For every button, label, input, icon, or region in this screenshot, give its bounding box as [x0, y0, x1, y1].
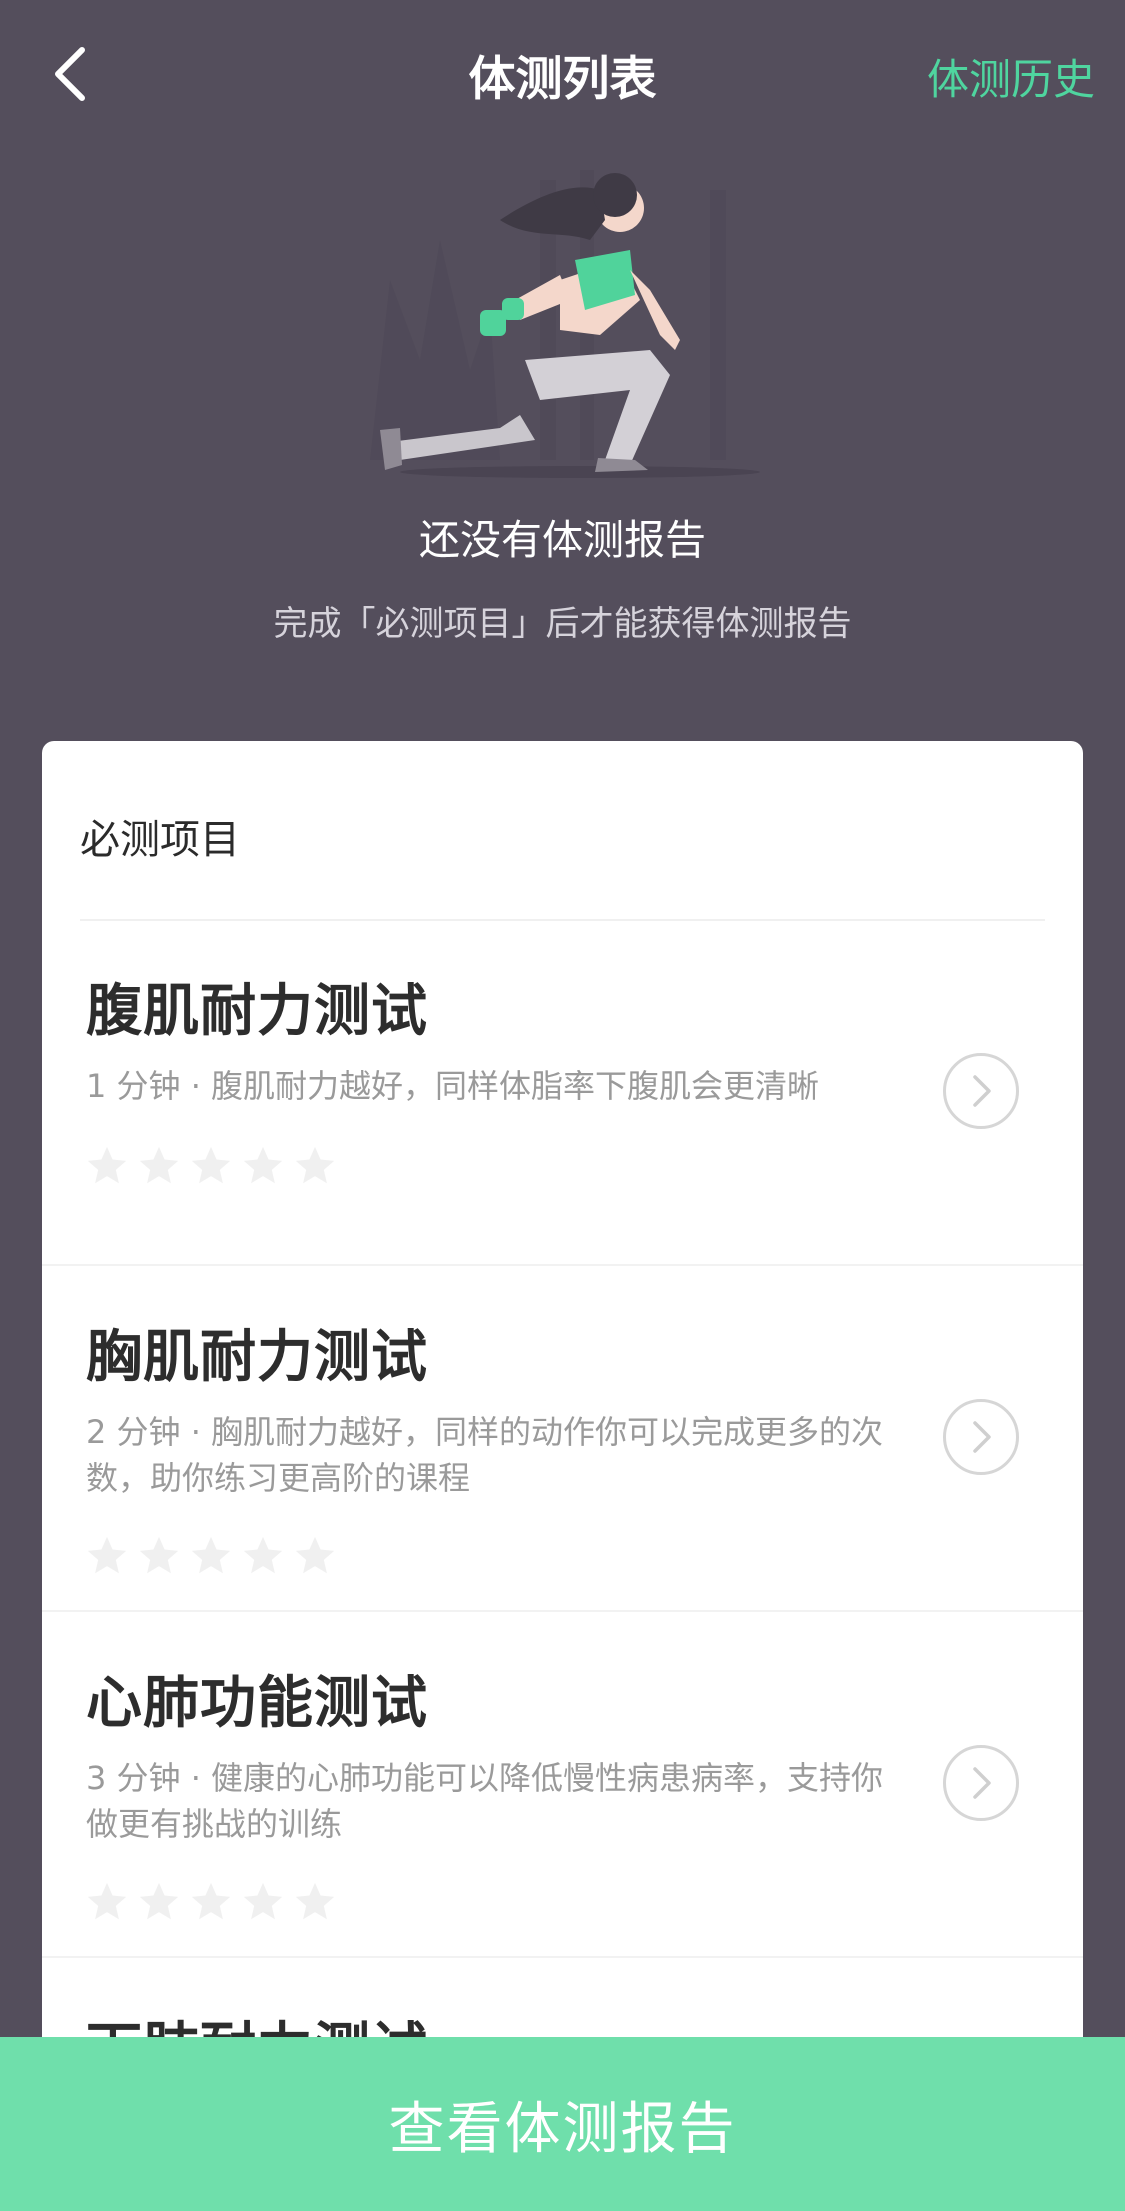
nav-bar: 体测列表 体测历史	[0, 0, 1125, 150]
item-description: 3 分钟 · 健康的心肺功能可以降低慢性病患病率，支持你做更有挑战的训练	[86, 1759, 884, 1843]
difficulty-stars	[84, 1143, 338, 1189]
list-item[interactable]: 胸肌耐力测试 2 分钟 · 胸肌耐力越好，同样的动作你可以完成更多的次数，助你练…	[42, 1267, 1083, 1612]
workout-woman-illustration	[370, 170, 760, 478]
star-icon	[191, 1882, 231, 1920]
star-icon	[87, 1882, 127, 1920]
star-icon	[243, 1882, 283, 1920]
item-description: 2 分钟 · 胸肌耐力越好，同样的动作你可以完成更多的次数，助你练习更高阶的课程	[86, 1413, 884, 1497]
item-title: 胸肌耐力测试	[86, 1325, 428, 1390]
empty-title: 还没有体测报告	[419, 516, 706, 564]
empty-state: 还没有体测报告 完成「必测项目」后才能获得体测报告	[0, 150, 1125, 710]
view-report-label: 查看体测报告	[388, 2096, 737, 2162]
star-icon	[243, 1536, 283, 1574]
item-title: 心肺功能测试	[86, 1671, 428, 1736]
body-test-list-screen: 体测列表 体测历史 还没有体测报告 完成「必测项目」后才能获得体测报告 必测项目…	[0, 0, 1125, 2211]
star-icon	[87, 1536, 127, 1574]
open-test-button[interactable]	[943, 1399, 1019, 1475]
history-link[interactable]: 体测历史	[927, 46, 1095, 107]
star-icon	[191, 1536, 231, 1574]
list-item[interactable]: 腹肌耐力测试 1 分钟 · 腹肌耐力越好，同样体脂率下腹肌会更清晰	[42, 921, 1083, 1266]
open-test-button[interactable]	[943, 1745, 1019, 1821]
star-icon	[295, 1536, 335, 1574]
chevron-right-icon	[973, 1075, 991, 1107]
required-tests-card: 必测项目 腹肌耐力测试 1 分钟 · 腹肌耐力越好，同样体脂率下腹肌会更清晰 胸…	[42, 741, 1083, 2211]
star-icon	[87, 1146, 127, 1184]
difficulty-stars	[84, 1879, 338, 1925]
star-icon	[139, 1536, 179, 1574]
open-test-button[interactable]	[943, 1053, 1019, 1129]
star-icon	[243, 1146, 283, 1184]
chevron-right-icon	[973, 1767, 991, 1799]
difficulty-stars	[84, 1533, 338, 1579]
star-icon	[295, 1146, 335, 1184]
star-icon	[139, 1882, 179, 1920]
star-icon	[191, 1146, 231, 1184]
chevron-right-icon	[973, 1421, 991, 1453]
star-icon	[139, 1146, 179, 1184]
view-report-button[interactable]: 查看体测报告	[0, 2037, 1125, 2211]
empty-subtitle: 完成「必测项目」后才能获得体测报告	[273, 604, 852, 644]
card-header: 必测项目	[80, 817, 240, 863]
list-item[interactable]: 心肺功能测试 3 分钟 · 健康的心肺功能可以降低慢性病患病率，支持你做更有挑战…	[42, 1613, 1083, 1958]
item-title: 腹肌耐力测试	[86, 979, 428, 1044]
star-icon	[295, 1882, 335, 1920]
item-description: 1 分钟 · 腹肌耐力越好，同样体脂率下腹肌会更清晰	[86, 1067, 820, 1105]
